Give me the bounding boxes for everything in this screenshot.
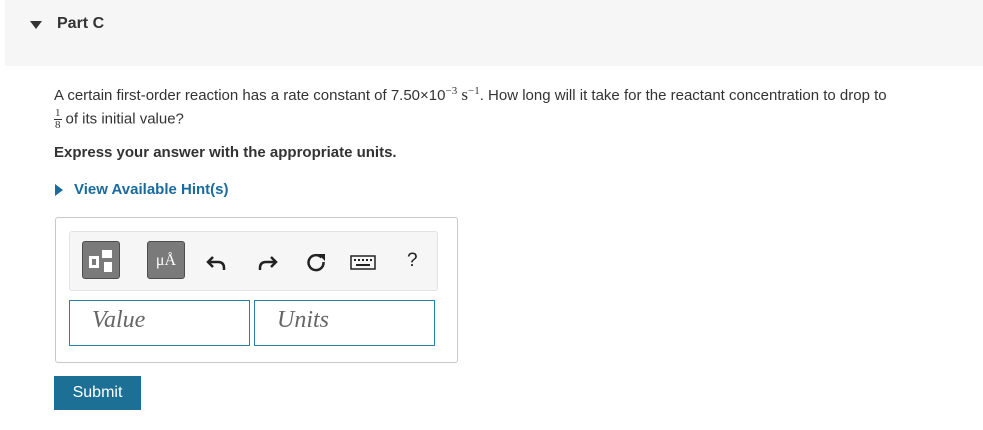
- rate-unit: s: [461, 85, 468, 104]
- question-text-end: of its initial value?: [65, 110, 184, 128]
- submit-button[interactable]: Submit: [54, 376, 141, 410]
- rate-exponent: −3: [445, 85, 458, 97]
- undo-icon[interactable]: [206, 251, 228, 273]
- help-button[interactable]: ?: [407, 250, 418, 272]
- question-text-after: . How long will it take for the reactant…: [479, 87, 887, 104]
- rate-unit-exponent: −1: [468, 85, 480, 97]
- templates-icon: [89, 250, 112, 272]
- templates-button[interactable]: [82, 241, 120, 279]
- math-toolbar: μÅ ?: [69, 231, 438, 291]
- value-input[interactable]: Value: [69, 300, 250, 346]
- answer-box: μÅ ? Value Units: [55, 217, 458, 363]
- reset-icon[interactable]: [305, 251, 327, 273]
- units-button[interactable]: μÅ: [147, 241, 185, 279]
- keyboard-icon[interactable]: [350, 251, 376, 273]
- question-text: A certain first-order reaction has a rat…: [54, 84, 974, 131]
- units-input[interactable]: Units: [254, 300, 435, 346]
- answer-instruction: Express your answer with the appropriate…: [54, 144, 397, 161]
- redo-icon[interactable]: [256, 251, 278, 273]
- caret-right-icon: [55, 183, 63, 196]
- part-header: Part C: [5, 0, 983, 66]
- question-text-before: A certain first-order reaction has a rat…: [54, 87, 446, 104]
- fraction-denominator: 8: [55, 119, 61, 131]
- fraction: 1 8: [54, 108, 62, 131]
- hints-label[interactable]: View Available Hint(s): [74, 181, 229, 198]
- hints-toggle[interactable]: View Available Hint(s): [54, 181, 229, 198]
- caret-down-icon[interactable]: [29, 18, 43, 32]
- part-title: Part C: [57, 15, 105, 32]
